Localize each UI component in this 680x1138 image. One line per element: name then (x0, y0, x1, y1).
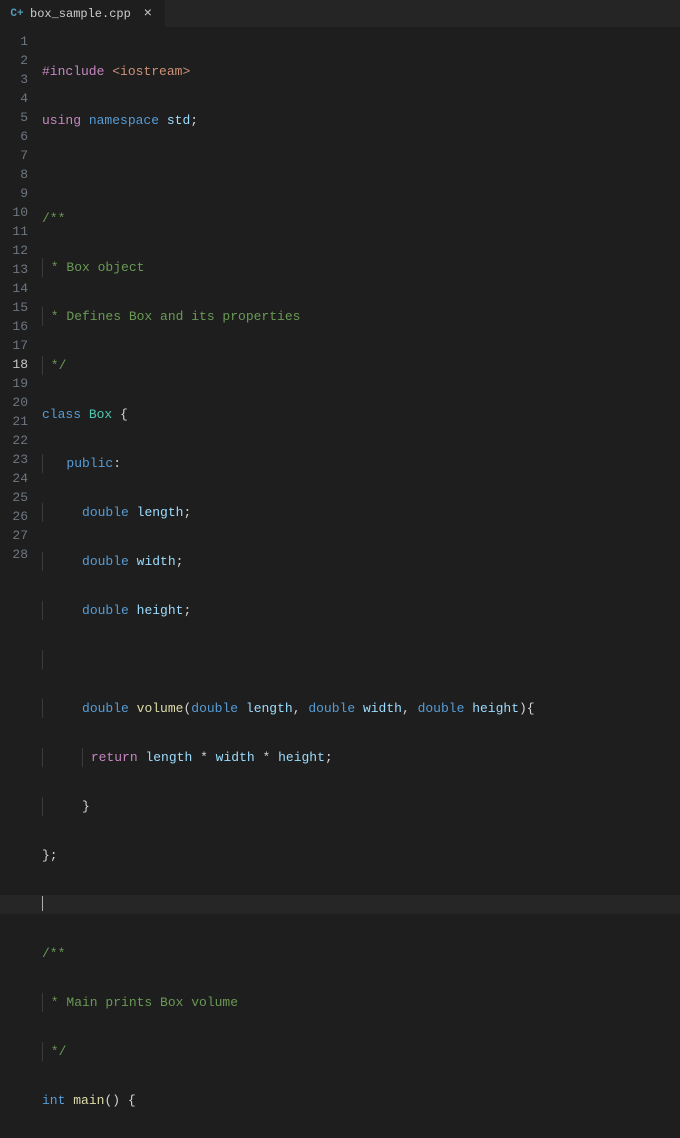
line-number-gutter: 1234567891011121314151617181920212223242… (0, 28, 42, 569)
line-number: 3 (0, 70, 28, 89)
code-line-active (42, 895, 680, 914)
code-line: public: (42, 454, 680, 473)
code-line: */ (42, 356, 680, 375)
line-number: 22 (0, 431, 28, 450)
code-line: class Box { (42, 405, 680, 424)
tab-active[interactable]: C+ box_sample.cpp × (0, 0, 165, 27)
code-line: double volume(double length, double widt… (42, 699, 680, 718)
code-line: * Box object (42, 258, 680, 277)
line-number: 12 (0, 241, 28, 260)
line-number: 13 (0, 260, 28, 279)
code-line: /** (42, 944, 680, 963)
line-number: 23 (0, 450, 28, 469)
code-line: double height; (42, 601, 680, 620)
line-number: 27 (0, 526, 28, 545)
line-number: 14 (0, 279, 28, 298)
line-number: 1 (0, 32, 28, 51)
line-number: 18 (0, 355, 28, 374)
line-number: 8 (0, 165, 28, 184)
code-line: * Defines Box and its properties (42, 307, 680, 326)
tab-bar: C+ box_sample.cpp × (0, 0, 680, 28)
line-number: 25 (0, 488, 28, 507)
code-line: */ (42, 1042, 680, 1061)
code-editor[interactable]: 1234567891011121314151617181920212223242… (0, 28, 680, 569)
code-line: double width; (42, 552, 680, 571)
line-number: 5 (0, 108, 28, 127)
line-number: 2 (0, 51, 28, 70)
line-number: 17 (0, 336, 28, 355)
line-number: 15 (0, 298, 28, 317)
code-area[interactable]: #include <iostream> using namespace std;… (42, 28, 680, 569)
line-number: 10 (0, 203, 28, 222)
cpp-file-icon: C+ (10, 7, 24, 21)
code-line (42, 650, 680, 669)
line-number: 26 (0, 507, 28, 526)
code-line: double length; (42, 503, 680, 522)
line-number: 28 (0, 545, 28, 564)
code-line: return length * width * height; (42, 748, 680, 767)
line-number: 6 (0, 127, 28, 146)
code-line (42, 160, 680, 179)
line-number: 24 (0, 469, 28, 488)
code-line: using namespace std; (42, 111, 680, 130)
text-cursor (42, 896, 43, 911)
code-line: int main() { (42, 1091, 680, 1110)
line-number: 20 (0, 393, 28, 412)
line-number: 7 (0, 146, 28, 165)
code-line: * Main prints Box volume (42, 993, 680, 1012)
code-line: }; (42, 846, 680, 865)
line-number: 16 (0, 317, 28, 336)
tab-filename: box_sample.cpp (30, 7, 131, 21)
code-line: /** (42, 209, 680, 228)
code-line: #include <iostream> (42, 62, 680, 81)
code-line: } (42, 797, 680, 816)
line-number: 21 (0, 412, 28, 431)
line-number: 4 (0, 89, 28, 108)
line-number: 11 (0, 222, 28, 241)
line-number: 9 (0, 184, 28, 203)
close-icon[interactable]: × (141, 7, 155, 21)
line-number: 19 (0, 374, 28, 393)
